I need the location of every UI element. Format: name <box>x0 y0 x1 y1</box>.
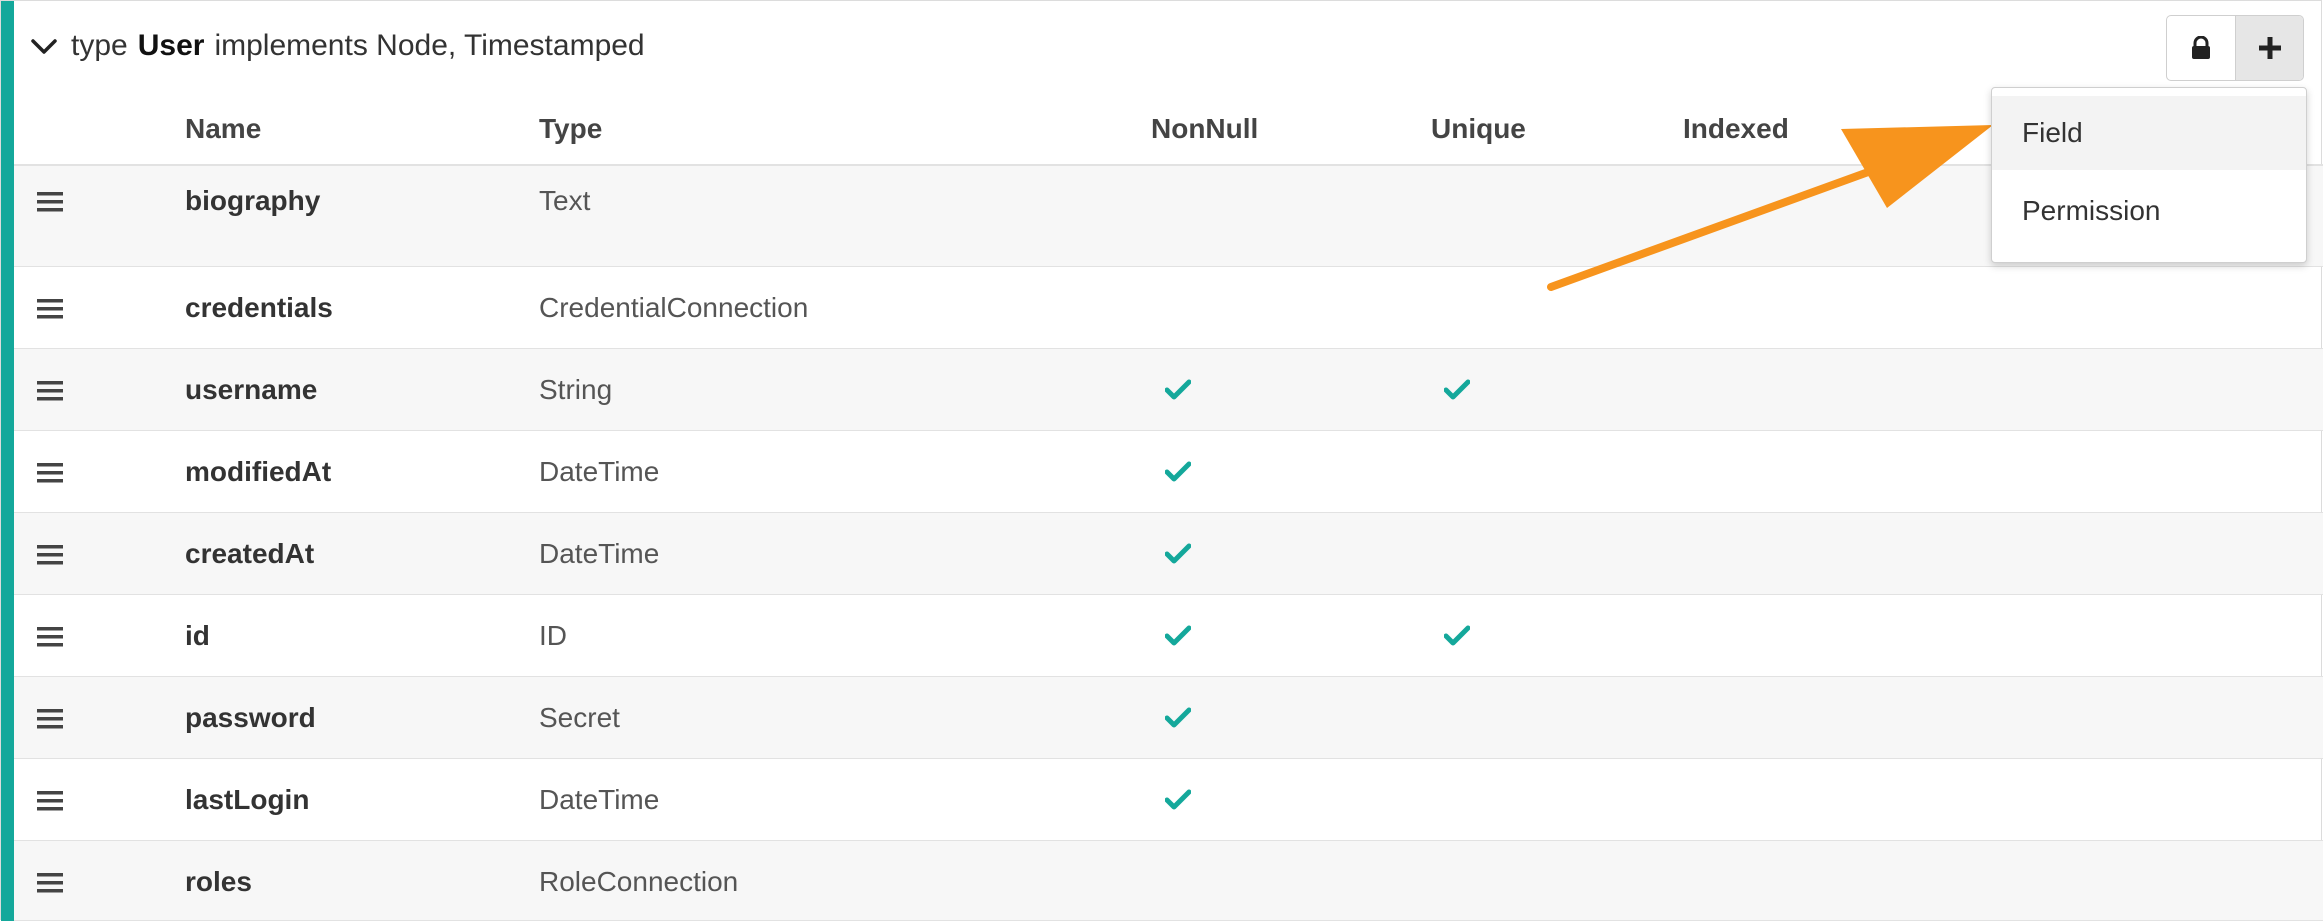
type-panel: type User implements Node, Timestamped N… <box>0 0 2323 921</box>
drag-handle-icon[interactable] <box>36 625 64 649</box>
field-type[interactable]: RoleConnection <box>539 865 738 899</box>
checkmark-icon <box>1165 625 1191 646</box>
accent-bar <box>1 1 14 921</box>
chevron-down-icon[interactable] <box>29 31 59 61</box>
drag-handle-icon[interactable] <box>36 707 64 731</box>
column-header-name[interactable]: Name <box>185 113 261 145</box>
menu-item-field[interactable]: Field <box>1992 96 2306 170</box>
checkmark-icon <box>1165 543 1191 564</box>
field-name[interactable]: password <box>185 701 316 735</box>
drag-handle-icon[interactable] <box>36 871 64 895</box>
table-row[interactable]: modifiedAt DateTime <box>14 431 2323 513</box>
field-type[interactable]: Text <box>539 184 590 218</box>
table-row[interactable]: id ID <box>14 595 2323 677</box>
drag-handle-icon[interactable] <box>36 789 64 813</box>
drag-handle-icon[interactable] <box>36 461 64 485</box>
table-row[interactable]: password Secret <box>14 677 2323 759</box>
column-header-unique[interactable]: Unique <box>1431 113 1526 145</box>
field-type[interactable]: ID <box>539 619 567 653</box>
field-type[interactable]: DateTime <box>539 537 659 571</box>
field-type[interactable]: DateTime <box>539 455 659 489</box>
field-name[interactable]: modifiedAt <box>185 455 331 489</box>
type-header[interactable]: type User implements Node, Timestamped <box>29 21 645 71</box>
column-header-type[interactable]: Type <box>539 113 602 145</box>
drag-handle-icon[interactable] <box>36 190 64 214</box>
table-row[interactable]: roles RoleConnection <box>14 841 2323 921</box>
field-name[interactable]: credentials <box>185 291 333 325</box>
field-name[interactable]: username <box>185 373 317 407</box>
field-type[interactable]: Secret <box>539 701 620 735</box>
lock-button[interactable] <box>2167 16 2235 80</box>
field-name[interactable]: lastLogin <box>185 783 309 817</box>
type-toolbar <box>2166 15 2304 81</box>
add-dropdown-menu: Field Permission <box>1991 87 2307 263</box>
checkmark-icon <box>1165 379 1191 400</box>
type-implements: implements Node, Timestamped <box>214 29 645 62</box>
plus-icon <box>2258 37 2281 59</box>
lock-icon <box>2192 36 2210 59</box>
table-row[interactable]: lastLogin DateTime <box>14 759 2323 841</box>
field-type[interactable]: CredentialConnection <box>539 291 808 325</box>
field-name[interactable]: id <box>185 619 210 653</box>
checkmark-icon <box>1165 789 1191 810</box>
type-name: User <box>137 29 205 62</box>
drag-handle-icon[interactable] <box>36 297 64 321</box>
type-keyword: type <box>71 29 128 62</box>
field-type[interactable]: String <box>539 373 612 407</box>
field-name[interactable]: biography <box>185 184 320 218</box>
drag-handle-icon[interactable] <box>36 379 64 403</box>
drag-handle-icon[interactable] <box>36 543 64 567</box>
add-button[interactable] <box>2235 16 2303 80</box>
checkmark-icon <box>1444 625 1470 646</box>
checkmark-icon <box>1444 379 1470 400</box>
menu-item-permission[interactable]: Permission <box>1992 174 2306 248</box>
checkmark-icon <box>1165 461 1191 482</box>
table-row[interactable]: createdAt DateTime <box>14 513 2323 595</box>
table-row[interactable]: username String <box>14 349 2323 431</box>
field-name[interactable]: roles <box>185 865 252 899</box>
field-name[interactable]: createdAt <box>185 537 314 571</box>
checkmark-icon <box>1165 707 1191 728</box>
annotation-arrow <box>1547 125 1993 291</box>
column-header-nonnull[interactable]: NonNull <box>1151 113 1258 145</box>
field-type[interactable]: DateTime <box>539 783 659 817</box>
